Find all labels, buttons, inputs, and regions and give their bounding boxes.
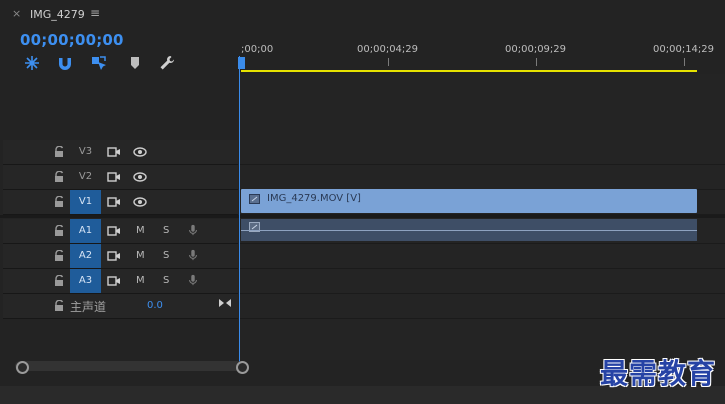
lock-icon[interactable] — [54, 146, 65, 158]
ruler-label: 00;00;04;29 — [357, 44, 419, 55]
ruler-tick — [684, 58, 685, 66]
microphone-icon[interactable] — [186, 274, 200, 286]
mute-button[interactable]: M — [136, 250, 145, 261]
scrollbar-left-handle[interactable] — [16, 361, 29, 374]
master-track-name: 主声道 — [70, 300, 107, 314]
linked-selection-icon[interactable] — [90, 54, 108, 72]
track-lane-v2[interactable] — [239, 165, 725, 190]
lock-icon[interactable] — [54, 300, 65, 312]
tab-bar — [0, 0, 725, 28]
playhead-timecode[interactable]: 00;00;00;00 — [20, 31, 124, 49]
solo-button[interactable]: S — [163, 225, 169, 236]
ruler-label: 00;00;14;29 — [653, 44, 715, 55]
track-lane-master[interactable] — [239, 294, 725, 319]
ruler-tick — [388, 58, 389, 66]
mute-button[interactable]: M — [136, 225, 145, 236]
track-name-v2[interactable]: V2 — [70, 165, 101, 189]
scrollbar-right-handle[interactable] — [236, 361, 249, 374]
snap-magnet-icon[interactable] — [56, 54, 74, 72]
sync-lock-icon[interactable] — [107, 196, 121, 208]
go-to-in-out-icon[interactable] — [218, 297, 232, 309]
audio-waveform-baseline — [241, 230, 697, 231]
sync-lock-icon[interactable] — [107, 275, 121, 287]
microphone-icon[interactable] — [186, 249, 200, 261]
sync-lock-icon[interactable] — [107, 146, 121, 158]
master-volume-value[interactable]: 0.0 — [147, 300, 163, 311]
lock-icon[interactable] — [54, 196, 65, 208]
microphone-icon[interactable] — [186, 224, 200, 236]
track-lane-a3[interactable] — [239, 269, 725, 294]
track-header-a3: A3 M S — [3, 269, 238, 294]
track-header-v3: V3 — [3, 140, 238, 165]
track-header-a1: A1 M S — [3, 219, 238, 244]
tab-menu-icon[interactable]: ≡ — [90, 6, 100, 20]
sync-lock-icon[interactable] — [107, 171, 121, 183]
ruler-label: 00;00;09;29 — [505, 44, 567, 55]
ruler-label: ;00;00 — [241, 44, 274, 55]
work-area-bar[interactable] — [241, 70, 697, 72]
playhead-line[interactable] — [239, 56, 240, 368]
track-lane-a2[interactable] — [239, 244, 725, 269]
track-header-a2: A2 M S — [3, 244, 238, 269]
eye-icon[interactable] — [133, 196, 147, 208]
track-name-a3[interactable]: A3 — [70, 269, 101, 293]
track-name-a2[interactable]: A2 — [70, 244, 101, 268]
track-name-v1[interactable]: V1 — [70, 190, 101, 214]
track-lane-v3[interactable] — [239, 140, 725, 165]
lock-icon[interactable] — [54, 171, 65, 183]
lock-icon[interactable] — [54, 250, 65, 262]
track-header-master: 主声道 0.0 — [3, 294, 238, 319]
solo-button[interactable]: S — [163, 250, 169, 261]
settings-wrench-icon[interactable] — [158, 54, 176, 72]
track-divider[interactable] — [0, 215, 725, 218]
lock-icon[interactable] — [54, 275, 65, 287]
sequence-tab[interactable]: IMG_4279 — [30, 8, 85, 21]
track-name-v3[interactable]: V3 — [70, 140, 101, 164]
video-clip-name: IMG_4279.MOV [V] — [267, 193, 361, 204]
track-header-v2: V2 — [3, 165, 238, 190]
lock-icon[interactable] — [54, 225, 65, 237]
solo-button[interactable]: S — [163, 275, 169, 286]
track-name-a1[interactable]: A1 — [70, 219, 101, 243]
mute-button[interactable]: M — [136, 275, 145, 286]
watermark-text: 最需教育 — [600, 357, 717, 390]
sync-lock-icon[interactable] — [107, 225, 121, 237]
eye-icon[interactable] — [133, 146, 147, 158]
add-marker-icon[interactable] — [126, 54, 144, 72]
insert-nest-icon[interactable] — [23, 54, 41, 72]
playhead-handle[interactable] — [238, 57, 245, 69]
fx-badge-icon — [249, 194, 260, 204]
tab-close-button[interactable]: × — [12, 7, 21, 20]
horizontal-scrollbar[interactable] — [15, 361, 243, 371]
ruler-tick — [536, 58, 537, 66]
track-header-v1: V1 — [3, 190, 238, 215]
sync-lock-icon[interactable] — [107, 250, 121, 262]
eye-icon[interactable] — [133, 171, 147, 183]
